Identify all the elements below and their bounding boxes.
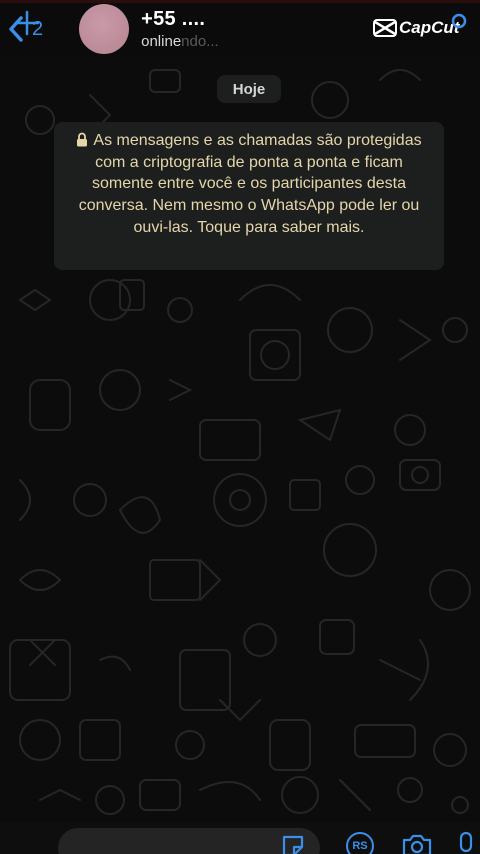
avatar[interactable] [79, 4, 130, 54]
call-icon[interactable] [446, 12, 472, 42]
status-ghost-text: ndo... [181, 33, 219, 50]
date-separator: Hoje [217, 75, 281, 103]
sticker-icon[interactable] [280, 833, 306, 854]
camera-icon[interactable] [401, 832, 433, 854]
plus-icon[interactable] [12, 8, 42, 38]
mic-icon[interactable] [456, 830, 476, 854]
contact-status: onlinendo... [141, 33, 219, 50]
top-border [0, 0, 480, 3]
contact-name: +55 .... [141, 8, 206, 30]
capcut-logo-icon [373, 19, 397, 37]
contact-info[interactable]: +55 .... onlinendo... [141, 8, 219, 50]
lock-icon [77, 132, 88, 147]
date-label: Hoje [232, 80, 266, 98]
encryption-notice-text: As mensagens e as chamadas são protegida… [78, 132, 422, 236]
encryption-notice[interactable]: As mensagens e as chamadas são protegida… [54, 122, 444, 270]
payment-rs-icon[interactable]: RS [346, 832, 374, 854]
status-text: online [141, 33, 182, 50]
